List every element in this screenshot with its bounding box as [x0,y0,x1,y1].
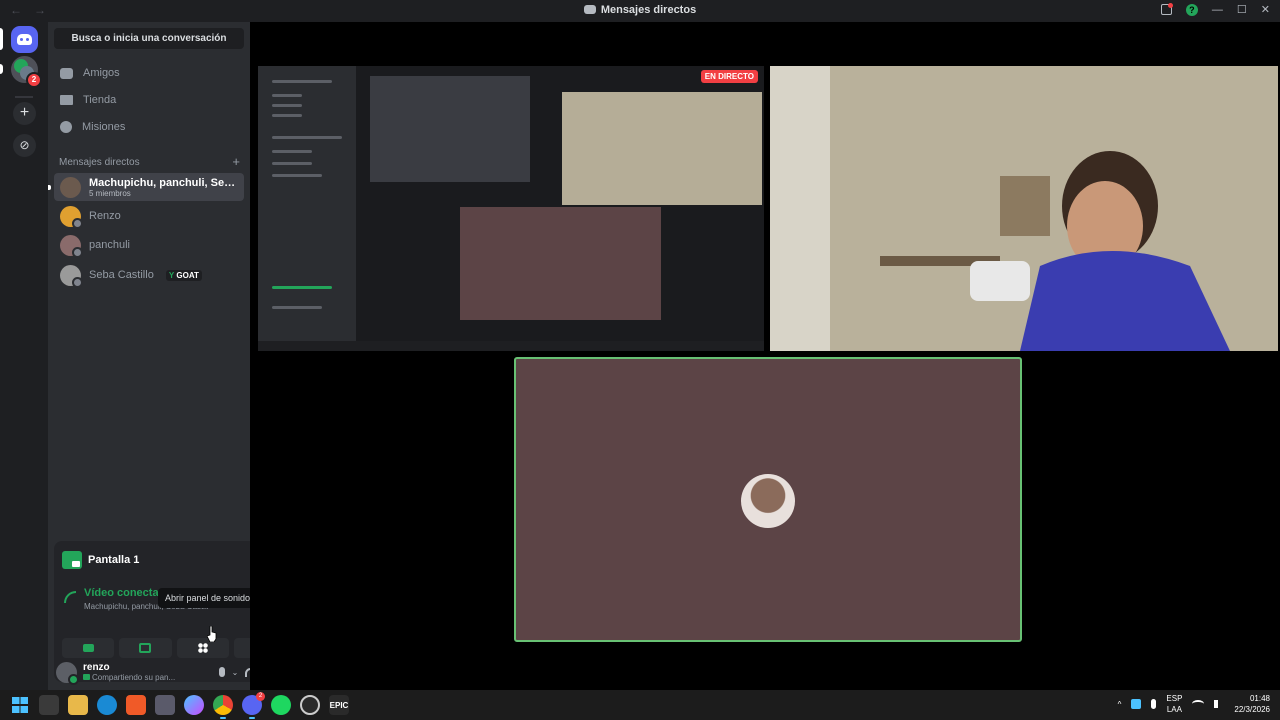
webcam-feed [770,66,1278,351]
soundboard-tooltip: Abrir panel de sonidos [158,588,262,608]
quests-icon [60,121,72,133]
camera-icon [82,644,94,652]
epic-games-icon[interactable]: EPIC [329,695,349,715]
dm-item-seba[interactable]: Seba Castillo Y GOAT [54,261,244,289]
tray-microphone-icon[interactable] [1151,699,1157,709]
dm-item-renzo[interactable]: Renzo [54,202,244,230]
brave-icon[interactable] [126,695,146,715]
stream-preview-sidebar [258,66,356,351]
discord-logo-icon [583,5,596,14]
nav-friends-label: Amigos [83,67,120,79]
file-explorer-icon[interactable] [68,695,88,715]
direct-messages-button[interactable] [11,26,38,53]
spotify-icon[interactable] [271,695,291,715]
dm-member-count: 5 miembros [89,188,131,198]
selected-indicator [0,28,3,50]
activities-icon [197,643,208,653]
task-view-icon[interactable] [39,695,59,715]
nested-stream-preview [370,76,530,182]
screen-share-icon [139,643,152,653]
discord-icon [17,34,32,45]
dm-name: Machupichu, panchuli, Seba Ca... [89,176,241,189]
rail-separator [15,96,33,98]
avatar [60,205,83,229]
window-title-text: Mensajes directos [600,4,697,16]
chrome-icon[interactable] [213,695,233,719]
signal-icon [64,591,76,603]
create-dm-icon[interactable]: + [232,155,240,168]
chevron-down-icon[interactable]: ⌄ [232,668,239,677]
dm-name: panchuli [89,239,130,251]
dm-name: Renzo [89,210,121,222]
server-rail: 2 + ⊘ [0,22,48,690]
add-server-icon[interactable]: + [13,102,36,125]
shop-icon [60,95,73,105]
discord-badge: 2 [256,692,265,701]
help-icon[interactable]: ? [1185,3,1198,16]
nav-quests-label: Misiones [82,121,126,133]
wifi-icon[interactable] [1192,700,1205,708]
mouse-cursor-icon [207,626,217,642]
unread-indicator [48,185,51,190]
steam-icon[interactable] [300,695,320,715]
participant-avatar [741,474,795,528]
discord-taskbar-icon[interactable]: 2 [242,692,265,719]
group-avatar [60,176,81,198]
explore-icon[interactable]: ⊘ [13,134,36,157]
screen-share-button[interactable] [119,638,172,658]
avatar [60,234,83,258]
camera-tile[interactable] [770,66,1278,351]
dm-header-label: Mensajes directos [59,157,140,168]
language-indicator[interactable]: ESP LAA [1166,693,1182,715]
camera-button[interactable] [62,638,115,658]
search-conversation-button[interactable]: Busca o inicia una conversación [54,28,244,49]
nested-taskbar [258,341,764,351]
defender-icon[interactable] [1131,699,1142,709]
nested-camera-preview [562,92,762,205]
windows-icon [12,697,28,713]
system-tray: ^ ESP LAA 01:48 22/3/2026 [1118,693,1270,715]
dm-header: Mensajes directos + [59,155,240,168]
unread-indicator [0,64,3,74]
stream-title: Pantalla 1 [88,554,140,566]
maximize-button[interactable]: ☐ [1237,3,1247,16]
nav-friends[interactable]: Amigos [54,61,244,85]
start-button[interactable] [10,695,30,715]
notification-badge: 2 [26,72,42,88]
store-icon[interactable] [155,695,175,715]
edge-icon[interactable] [97,695,117,715]
nav-shop-label: Tienda [83,94,117,106]
minimize-button[interactable]: — [1212,4,1223,16]
activities-button[interactable] [176,638,229,658]
nested-voice-preview [460,207,661,320]
inbox-icon[interactable] [1160,3,1173,15]
clock[interactable]: 01:48 22/3/2026 [1234,693,1270,715]
title-bar: ← → Mensajes directos ? — ☐ ✕ [0,0,1280,22]
live-badge: EN DIRECTO [700,70,758,83]
nav-quests[interactable]: Misiones [54,115,244,139]
microphone-icon[interactable] [218,667,225,677]
user-name: renzo [83,662,110,673]
clan-tag-badge: Y GOAT [165,269,202,281]
user-avatar[interactable] [56,661,79,685]
streaming-icon [83,674,90,680]
close-button[interactable]: ✕ [1261,3,1270,16]
screen-share-icon [62,551,82,569]
video-stage: EN DIRECTO [250,22,1280,690]
tray-chevron-icon[interactable]: ^ [1118,700,1122,709]
window-title: Mensajes directos [0,4,1280,16]
nav-shop[interactable]: Tienda [54,88,244,112]
dm-item-group[interactable]: Machupichu, panchuli, Seba Ca...5 miembr… [54,173,244,201]
friends-icon [60,67,73,79]
windows-taskbar: 2 EPIC ^ ESP LAA 01:48 22/3/2026 [0,690,1280,720]
copilot-icon[interactable] [184,695,204,715]
screen-share-tile[interactable]: EN DIRECTO [258,66,764,351]
user-status: Compartiendo su pan... [83,673,175,682]
avatar [60,264,83,288]
dm-item-panchuli[interactable]: panchuli [54,231,244,259]
dm-name: Seba Castillo [89,269,154,281]
voice-tile-speaking[interactable] [514,357,1022,642]
volume-icon[interactable] [1214,700,1224,708]
